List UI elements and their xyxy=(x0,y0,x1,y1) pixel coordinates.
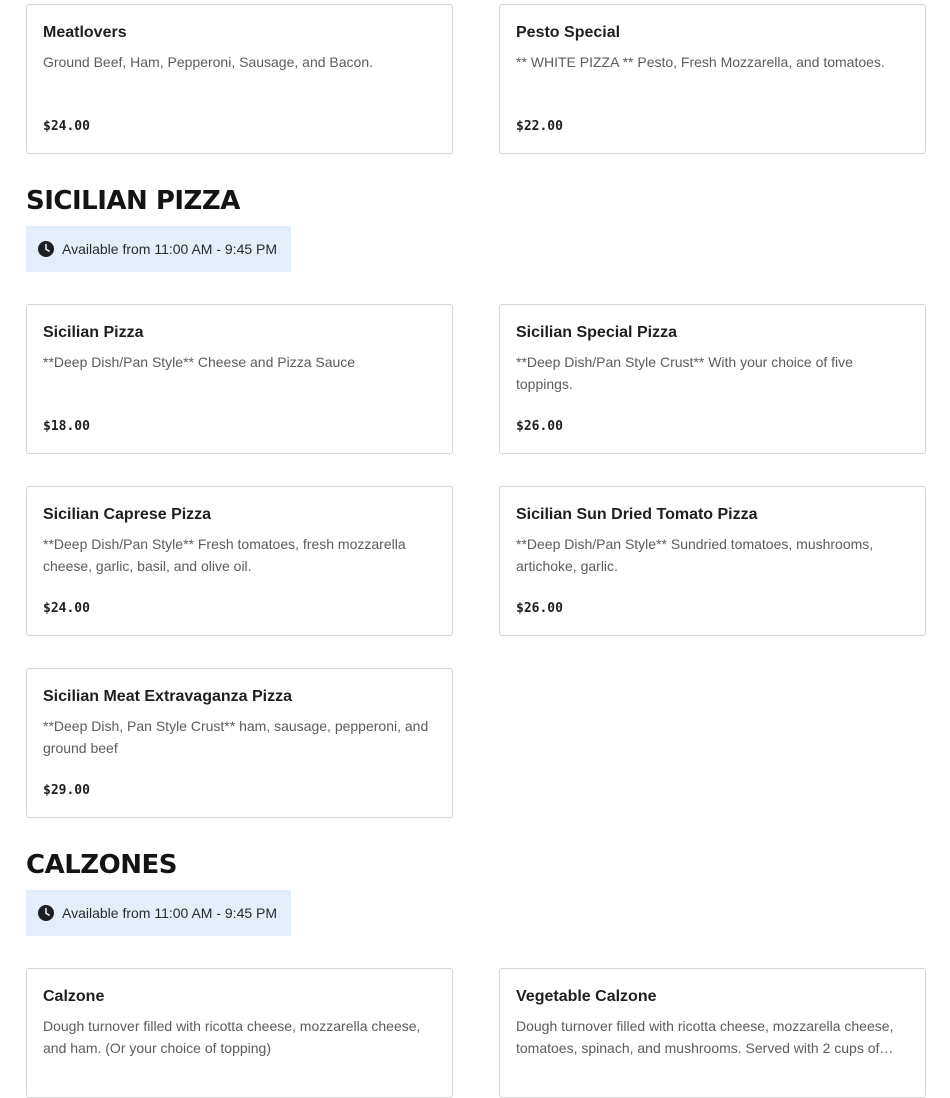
item-name: Sicilian Special Pizza xyxy=(516,324,677,341)
item-name: Sicilian Meat Extravaganza Pizza xyxy=(43,688,292,705)
menu-item-card[interactable]: Meatlovers Ground Beef, Ham, Pepperoni, … xyxy=(26,4,453,154)
item-description: **Deep Dish/Pan Style** Fresh tomatoes, … xyxy=(43,536,406,574)
item-description: **Deep Dish/Pan Style** Cheese and Pizza… xyxy=(43,354,356,370)
clock-icon xyxy=(38,241,54,257)
menu-item-card[interactable]: Sicilian Caprese Pizza **Deep Dish/Pan S… xyxy=(26,486,453,636)
menu-item-card[interactable]: Sicilian Sun Dried Tomato Pizza **Deep D… xyxy=(499,486,926,636)
clock-icon xyxy=(38,905,54,921)
section-title: SICILIAN PIZZA xyxy=(26,186,240,216)
item-price: $24.00 xyxy=(43,601,90,616)
item-name: Meatlovers xyxy=(43,24,127,41)
item-price: $26.00 xyxy=(516,601,563,616)
item-description: **Deep Dish, Pan Style Crust** ham, saus… xyxy=(43,718,429,756)
availability-text: Available from 11:00 AM - 9:45 PM xyxy=(62,241,278,257)
item-description: **Deep Dish/Pan Style Crust** With your … xyxy=(516,354,853,392)
item-price: $24.00 xyxy=(43,119,90,134)
menu-item-card[interactable]: Sicilian Meat Extravaganza Pizza **Deep … xyxy=(26,668,453,818)
section-title: CALZONES xyxy=(26,850,177,880)
menu-item-card[interactable]: Calzone Dough turnover filled with ricot… xyxy=(26,968,453,1098)
item-description: ** WHITE PIZZA ** Pesto, Fresh Mozzarell… xyxy=(516,54,885,70)
menu-item-card[interactable]: Pesto Special ** WHITE PIZZA ** Pesto, F… xyxy=(499,4,926,154)
item-description: Dough turnover filled with ricotta chees… xyxy=(516,1018,894,1056)
item-name: Pesto Special xyxy=(516,24,621,41)
item-description: Dough turnover filled with ricotta chees… xyxy=(43,1018,421,1056)
item-price: $26.00 xyxy=(516,419,563,434)
item-description: **Deep Dish/Pan Style** Sundried tomatoe… xyxy=(516,536,874,574)
menu-item-card[interactable]: Sicilian Pizza **Deep Dish/Pan Style** C… xyxy=(26,304,453,454)
availability-badge: Available from 11:00 AM - 9:45 PM xyxy=(26,890,291,936)
item-price: $29.00 xyxy=(43,783,90,798)
item-price: $22.00 xyxy=(516,119,563,134)
item-description: Ground Beef, Ham, Pepperoni, Sausage, an… xyxy=(43,54,373,70)
item-name: Sicilian Caprese Pizza xyxy=(43,506,212,523)
menu-item-card[interactable]: Vegetable Calzone Dough turnover filled … xyxy=(499,968,926,1098)
item-name: Sicilian Sun Dried Tomato Pizza xyxy=(516,506,758,523)
item-name: Sicilian Pizza xyxy=(43,324,144,341)
availability-text: Available from 11:00 AM - 9:45 PM xyxy=(62,905,278,921)
item-price: $18.00 xyxy=(43,419,90,434)
availability-badge: Available from 11:00 AM - 9:45 PM xyxy=(26,226,291,272)
menu-item-card[interactable]: Sicilian Special Pizza **Deep Dish/Pan S… xyxy=(499,304,926,454)
item-name: Calzone xyxy=(43,988,105,1005)
item-name: Vegetable Calzone xyxy=(516,988,657,1005)
